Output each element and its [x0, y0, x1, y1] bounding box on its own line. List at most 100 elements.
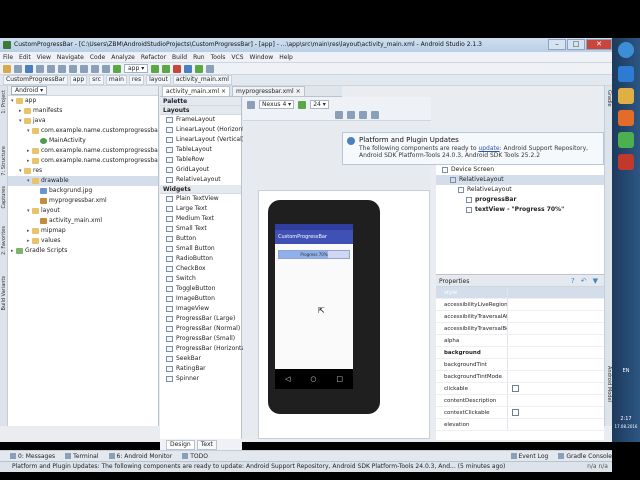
- menu-tools[interactable]: Tools: [208, 54, 229, 61]
- zoom-out-icon[interactable]: [359, 111, 367, 119]
- menu-build[interactable]: Build: [169, 54, 190, 61]
- ie-icon[interactable]: [618, 66, 634, 82]
- menu-code[interactable]: Code: [87, 54, 108, 61]
- tree-item[interactable]: ▾ res: [8, 166, 158, 176]
- palette-item[interactable]: Medium Text: [160, 214, 241, 224]
- menu-navigate[interactable]: Navigate: [54, 54, 87, 61]
- palette-item[interactable]: LinearLayout (Horizontal): [160, 125, 252, 135]
- minimize-button[interactable]: –: [548, 39, 566, 50]
- tree-item[interactable]: ▸ com.example.name.customprogressbar: [8, 156, 158, 166]
- paste-icon[interactable]: [80, 64, 88, 73]
- palette-item[interactable]: GridLayout: [160, 165, 241, 175]
- menu-file[interactable]: File: [0, 54, 16, 61]
- property-value[interactable]: [508, 287, 604, 298]
- left-tool-tab[interactable]: Build Variants: [1, 276, 7, 310]
- menu-vcs[interactable]: VCS: [228, 54, 246, 61]
- property-value[interactable]: [508, 335, 604, 346]
- palette-item[interactable]: CheckBox: [160, 264, 241, 274]
- debug-icon[interactable]: [162, 64, 171, 73]
- property-row[interactable]: accessibilityTraversalAfter: [436, 311, 604, 323]
- component-tree-item[interactable]: RelativeLayout: [436, 185, 604, 195]
- device-select[interactable]: Nexus 4 ▾: [259, 100, 295, 109]
- sdk-manager-icon[interactable]: [184, 64, 193, 73]
- tree-item[interactable]: ▾ java: [8, 116, 158, 126]
- api-select[interactable]: 24 ▾: [310, 100, 329, 109]
- tray-time[interactable]: 2:17: [612, 416, 640, 422]
- component-tree-item[interactable]: textView - "Progress 70%": [436, 205, 604, 215]
- redo-icon[interactable]: [47, 64, 55, 73]
- palette-item[interactable]: TableLayout: [160, 145, 241, 155]
- design-tab[interactable]: Text: [196, 439, 217, 450]
- update-notification[interactable]: Platform and Plugin Updates The followin…: [342, 132, 604, 165]
- breadcrumb-item[interactable]: activity_main.xml: [172, 75, 232, 85]
- tree-item[interactable]: ▸ mipmap: [8, 226, 158, 236]
- close-button[interactable]: ✕: [586, 39, 612, 50]
- palette-item[interactable]: Button: [160, 234, 241, 244]
- menu-view[interactable]: View: [34, 54, 54, 61]
- progress-bar[interactable]: Progress 70%: [278, 250, 350, 259]
- menu-refactor[interactable]: Refactor: [138, 54, 169, 61]
- palette-item[interactable]: Spinner: [160, 374, 241, 384]
- menu-help[interactable]: Help: [276, 54, 296, 61]
- undo-icon[interactable]: [36, 64, 44, 73]
- bottom-tool-tab[interactable]: Gradle Console: [558, 453, 612, 460]
- property-value[interactable]: [508, 371, 604, 382]
- help-icon[interactable]: [206, 64, 215, 73]
- property-value[interactable]: [508, 407, 604, 418]
- update-link[interactable]: update: [478, 145, 499, 152]
- palette-item[interactable]: ToggleButton: [160, 284, 241, 294]
- component-tree-item[interactable]: RelativeLayout: [436, 175, 604, 185]
- breadcrumb-item[interactable]: layout: [146, 75, 171, 85]
- tree-item[interactable]: ▸ manifests: [8, 106, 158, 116]
- tree-item[interactable]: myprogressbar.xml: [8, 196, 158, 206]
- property-value[interactable]: [508, 419, 604, 430]
- media-icon[interactable]: [618, 110, 634, 126]
- palette-item[interactable]: Small Text: [160, 224, 241, 234]
- android-studio-task-icon[interactable]: [618, 132, 634, 148]
- start-icon[interactable]: [618, 42, 634, 58]
- palette-item[interactable]: ProgressBar (Horizontal): [160, 344, 249, 354]
- checkbox[interactable]: [512, 385, 519, 392]
- design-tab[interactable]: Design: [166, 439, 195, 450]
- property-row[interactable]: elevation: [436, 419, 604, 431]
- tray-date[interactable]: 17.08.2016: [612, 424, 640, 429]
- copy-icon[interactable]: [69, 64, 77, 73]
- recorder-icon[interactable]: [618, 154, 634, 170]
- palette-item[interactable]: SeekBar: [160, 354, 241, 364]
- property-value[interactable]: [508, 323, 604, 334]
- palette-item[interactable]: Large Text: [160, 204, 241, 214]
- property-row[interactable]: background: [436, 347, 604, 359]
- breadcrumb-item[interactable]: CustomProgressBar: [3, 75, 68, 85]
- save-icon[interactable]: [14, 64, 22, 73]
- palette-item[interactable]: ImageButton: [160, 294, 241, 304]
- project-view-select[interactable]: Android ▾: [11, 86, 48, 95]
- palette-item[interactable]: RadioButton: [160, 254, 241, 264]
- property-row[interactable]: backgroundTintMode: [436, 371, 604, 383]
- restore-icon[interactable]: ↶: [581, 276, 587, 287]
- palette-section[interactable]: Layouts: [160, 106, 241, 115]
- help-icon[interactable]: ?: [571, 276, 575, 287]
- palette-section[interactable]: Widgets: [160, 185, 241, 194]
- maximize-button[interactable]: □: [567, 39, 585, 50]
- tree-item[interactable]: MainActivity: [8, 136, 158, 146]
- property-row[interactable]: accessibilityLiveRegion: [436, 299, 604, 311]
- zoom-in-icon[interactable]: [347, 111, 355, 119]
- property-value[interactable]: [508, 299, 604, 310]
- bottom-tool-tab[interactable]: Event Log: [510, 453, 548, 460]
- bottom-tool-tab[interactable]: 0: Messages: [10, 453, 55, 460]
- palette-item[interactable]: RelativeLayout: [160, 175, 241, 185]
- status-text[interactable]: Platform and Plugin Updates: The followi…: [12, 463, 505, 470]
- palette-item[interactable]: Plain TextView: [160, 194, 241, 204]
- tree-item[interactable]: backgrund.jpg: [8, 186, 158, 196]
- layout-icon[interactable]: [247, 100, 255, 109]
- run-config-select[interactable]: app ▾: [124, 64, 149, 73]
- tree-item[interactable]: ▾ app: [8, 96, 158, 106]
- sync-icon[interactable]: [25, 64, 33, 73]
- left-tool-tab[interactable]: 2: Favorites: [1, 226, 7, 255]
- menu-window[interactable]: Window: [247, 54, 277, 61]
- left-tool-tab[interactable]: 1: Project: [1, 90, 7, 114]
- property-value[interactable]: [508, 395, 604, 406]
- checkbox[interactable]: [512, 409, 519, 416]
- menu-edit[interactable]: Edit: [16, 54, 34, 61]
- bottom-tool-tab[interactable]: Terminal: [65, 453, 99, 460]
